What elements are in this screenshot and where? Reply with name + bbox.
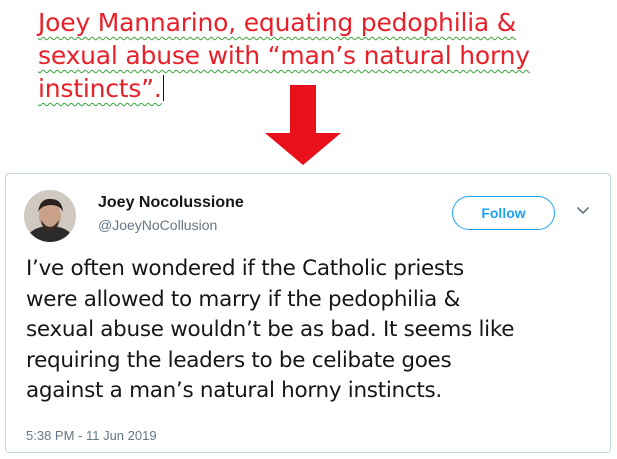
caption-line-3-text: instincts”. bbox=[38, 74, 162, 103]
caption-line-2: sexual abuse with “man’s natural horny bbox=[38, 41, 530, 70]
tweet-text-line: sexual abuse wouldn’t be as bad. It seem… bbox=[26, 317, 515, 342]
tweet-text-line: requiring the leaders to be celibate goe… bbox=[26, 347, 452, 373]
tweet-text-line: were allowed to marry if the pedophilia … bbox=[26, 286, 461, 312]
follow-button[interactable]: Follow bbox=[452, 196, 555, 230]
tweet-timestamp[interactable]: 5:38 PM - 11 Jun 2019 bbox=[26, 428, 157, 443]
tweet-card: Joey Nocolussione @JoeyNoCollusion Follo… bbox=[5, 173, 611, 453]
down-arrow-icon bbox=[265, 85, 341, 165]
tweet-text: I’ve often wondered if the Catholic prie… bbox=[26, 254, 606, 407]
screenshot-canvas: Joey Mannarino, equating pedophilia & se… bbox=[0, 0, 617, 459]
tweet-text-line: against a man’s natural horny instincts. bbox=[26, 378, 442, 403]
avatar-photo-icon bbox=[24, 190, 76, 242]
user-handle[interactable]: @JoeyNoCollusion bbox=[98, 217, 217, 233]
tweet-text-line: I’ve often wondered if the Catholic prie… bbox=[26, 256, 464, 281]
display-name[interactable]: Joey Nocolussione bbox=[98, 194, 244, 212]
caption-line-1: Joey Mannarino, equating pedophilia & bbox=[38, 8, 517, 37]
text-cursor bbox=[162, 75, 164, 101]
avatar[interactable] bbox=[24, 190, 76, 242]
chevron-down-icon[interactable] bbox=[576, 206, 590, 216]
